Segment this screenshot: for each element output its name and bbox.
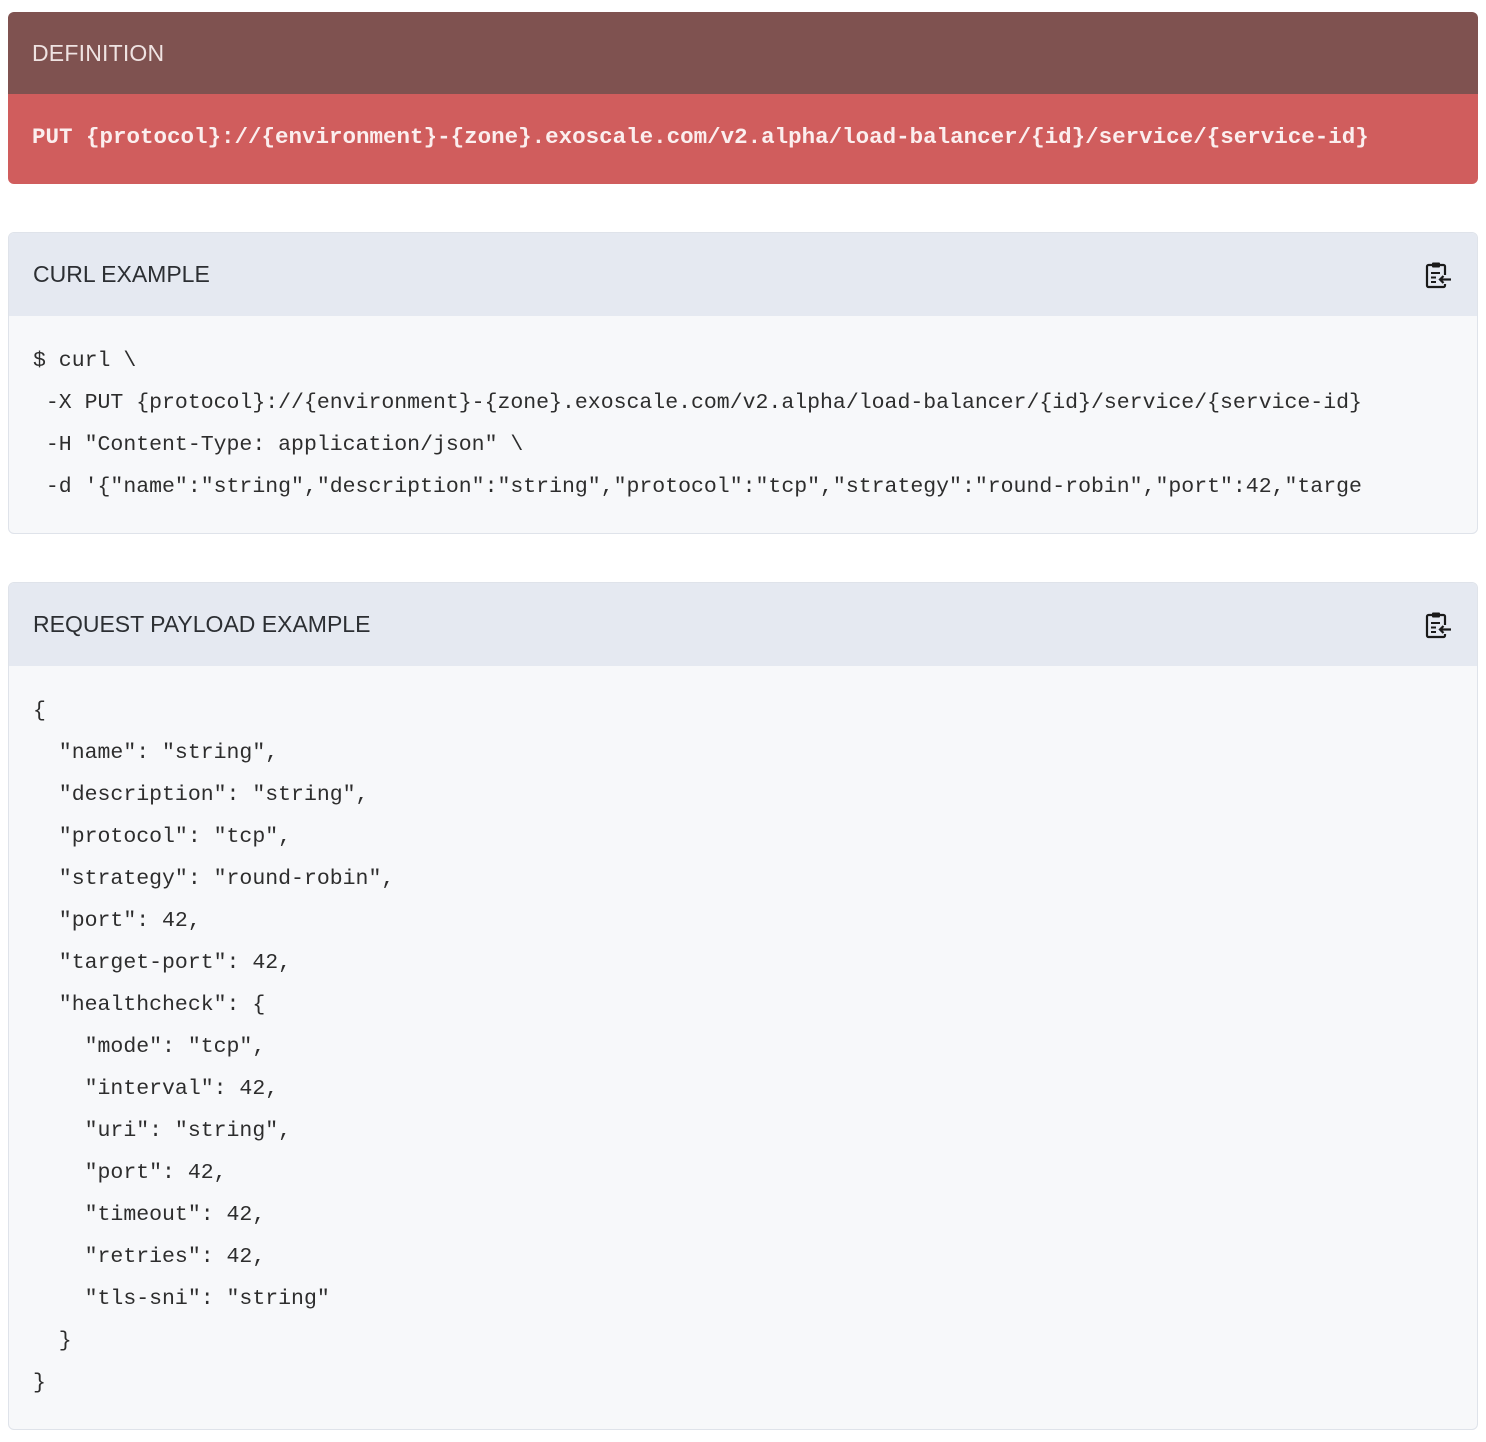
code-line: "strategy": "round-robin", [33, 867, 395, 891]
code-line: "mode": "tcp", [33, 1035, 266, 1059]
clipboard-copy-icon [1425, 262, 1452, 288]
code-line: $ curl \ [33, 349, 137, 373]
code-line: "port": 42, [33, 909, 201, 933]
endpoint-definition: PUT {protocol}://{environment}-{zone}.ex… [32, 124, 1369, 150]
code-line: "uri": "string", [33, 1119, 292, 1143]
request-payload-panel: REQUEST PAYLOAD EXAMPLE { "name": "strin… [8, 582, 1478, 1430]
definition-title: DEFINITION [32, 39, 165, 66]
code-line: "description": "string", [33, 783, 369, 807]
payload-code-block: { "name": "string", "description": "stri… [9, 666, 1477, 1404]
code-line: } [33, 1329, 72, 1353]
code-line: "healthcheck": { [33, 993, 266, 1017]
code-line: "timeout": 42, [33, 1203, 266, 1227]
curl-code-block: $ curl \ -X PUT {protocol}://{environmen… [9, 316, 1477, 508]
code-line: "interval": 42, [33, 1077, 279, 1101]
payload-copy-button[interactable] [1421, 608, 1455, 642]
code-line: "target-port": 42, [33, 951, 292, 975]
code-line: } [33, 1371, 46, 1395]
curl-example-panel: CURL EXAMPLE $ curl \ -X PUT {protocol}:… [8, 232, 1478, 534]
definition-panel: DEFINITION PUT {protocol}://{environment… [8, 12, 1478, 184]
definition-body: PUT {protocol}://{environment}-{zone}.ex… [8, 94, 1478, 184]
curl-example-title: CURL EXAMPLE [33, 261, 210, 287]
curl-example-header: CURL EXAMPLE [9, 233, 1477, 316]
code-line: -d '{"name":"string","description":"stri… [33, 475, 1362, 499]
definition-header: DEFINITION [8, 12, 1478, 94]
code-line: { [33, 699, 46, 723]
code-line: "port": 42, [33, 1161, 227, 1185]
clipboard-copy-icon [1425, 612, 1452, 638]
code-line: "tls-sni": "string" [33, 1287, 330, 1311]
code-line: "name": "string", [33, 741, 279, 765]
code-line: -X PUT {protocol}://{environment}-{zone}… [33, 391, 1362, 415]
code-line: -H "Content-Type: application/json" \ [33, 433, 524, 457]
code-line: "protocol": "tcp", [33, 825, 292, 849]
request-payload-header: REQUEST PAYLOAD EXAMPLE [9, 583, 1477, 666]
curl-copy-button[interactable] [1421, 258, 1455, 292]
request-payload-title: REQUEST PAYLOAD EXAMPLE [33, 611, 371, 637]
code-line: "retries": 42, [33, 1245, 266, 1269]
